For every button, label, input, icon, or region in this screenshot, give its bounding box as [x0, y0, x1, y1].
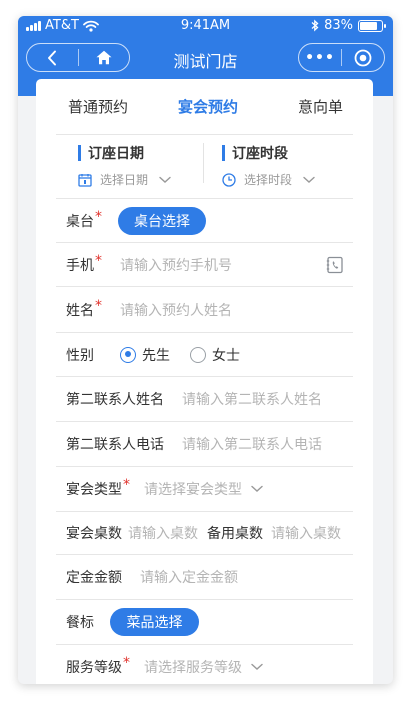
more-button[interactable]: •••: [299, 44, 341, 71]
phone-row: 手机 * 请输入预约手机号: [56, 243, 353, 287]
radio-unchecked-icon: [190, 346, 206, 363]
date-time-selector: 订座日期 选择日期 订座时段 选择时段: [56, 135, 353, 199]
tab-bar: 普通预约 宴会预约 意向单: [56, 79, 353, 135]
phone-input[interactable]: 请输入预约手机号: [120, 255, 232, 275]
second-contact-name-label: 第二联系人姓名: [66, 392, 164, 408]
spare-count-label: 备用桌数: [207, 526, 263, 542]
table-count-input[interactable]: 请输入桌数: [128, 523, 198, 543]
time-label: 订座时段: [232, 146, 288, 162]
time-placeholder: 选择时段: [244, 173, 293, 187]
service-level-label: 服务等级: [66, 660, 122, 676]
gender-option-ms-label: 女士: [212, 347, 240, 364]
close-miniprogram-button[interactable]: [342, 44, 384, 71]
required-mark: *: [123, 655, 130, 671]
contacts-book-icon[interactable]: [326, 256, 344, 274]
name-row: 姓名 * 请输入预约人姓名: [56, 287, 353, 333]
time-picker[interactable]: 订座时段 选择时段: [222, 143, 315, 188]
clock-icon: [222, 172, 236, 187]
bluetooth-icon: [311, 19, 319, 32]
date-picker[interactable]: 订座日期 选择日期: [78, 143, 171, 188]
banquet-type-row: 宴会类型 * 请选择宴会类型: [56, 467, 353, 512]
required-mark: *: [95, 252, 102, 269]
table-count-row: 宴会桌数 请输入桌数 备用桌数 请输入桌数: [56, 512, 353, 555]
table-row: 桌台 * 桌台选择: [56, 199, 353, 243]
phone-screen: AT&T 9:41AM 83% 测试门店 ••• 普通预约 宴会预约 意向单 订…: [18, 16, 393, 684]
table-label: 桌台: [66, 213, 94, 230]
divider: [203, 143, 204, 183]
gender-label: 性别: [66, 347, 94, 364]
battery-text: 83%: [324, 18, 353, 33]
banquet-type-select[interactable]: 请选择宴会类型: [144, 479, 263, 499]
service-level-placeholder: 请选择服务等级: [144, 660, 242, 676]
spare-count-input[interactable]: 请输入桌数: [271, 523, 341, 543]
target-icon: [354, 49, 372, 66]
chevron-down-icon: [159, 176, 171, 183]
gender-row: 性别 先生 女士: [56, 333, 353, 377]
chevron-down-icon: [251, 663, 263, 670]
battery-icon: [358, 19, 386, 32]
table-select-button[interactable]: 桌台选择: [118, 206, 206, 235]
gender-option-mr[interactable]: 先生: [120, 345, 170, 365]
required-mark: *: [95, 297, 102, 314]
tab-regular[interactable]: 普通预约: [68, 96, 128, 117]
second-contact-name-input[interactable]: 请输入第二联系人姓名: [182, 389, 322, 409]
date-label: 订座日期: [88, 146, 144, 162]
required-mark: *: [95, 208, 102, 225]
name-input[interactable]: 请输入预约人姓名: [120, 300, 232, 320]
menu-standard-row: 餐标 菜品选择: [56, 600, 353, 645]
tab-banquet[interactable]: 宴会预约: [178, 96, 238, 117]
second-contact-phone-label: 第二联系人电话: [66, 437, 164, 453]
menu-standard-label: 餐标: [66, 615, 94, 631]
deposit-input[interactable]: 请输入定金金额: [140, 567, 238, 587]
banquet-type-placeholder: 请选择宴会类型: [144, 482, 242, 498]
radio-checked-icon: [120, 346, 136, 363]
chevron-down-icon: [251, 485, 263, 492]
calendar-icon: [78, 173, 92, 187]
deposit-label: 定金金额: [66, 570, 122, 586]
name-label: 姓名: [66, 302, 94, 319]
banquet-type-label: 宴会类型: [66, 482, 122, 498]
more-icon: •••: [305, 49, 335, 66]
nav-bar: 测试门店 •••: [18, 40, 393, 76]
dish-select-button[interactable]: 菜品选择: [110, 608, 199, 636]
gender-option-ms[interactable]: 女士: [190, 345, 240, 365]
table-count-label: 宴会桌数: [66, 526, 122, 542]
second-contact-phone-row: 第二联系人电话 请输入第二联系人电话: [56, 422, 353, 467]
gender-option-mr-label: 先生: [142, 347, 170, 364]
nav-capsule-right: •••: [298, 43, 385, 72]
service-level-row: 服务等级 * 请选择服务等级: [56, 645, 353, 684]
deposit-row: 定金金额 请输入定金金额: [56, 555, 353, 600]
second-contact-name-row: 第二联系人姓名 请输入第二联系人姓名: [56, 377, 353, 422]
service-level-select[interactable]: 请选择服务等级: [144, 657, 263, 677]
required-mark: *: [123, 477, 130, 493]
date-placeholder: 选择日期: [100, 173, 149, 187]
chevron-down-icon: [303, 176, 315, 183]
status-bar: AT&T 9:41AM 83%: [18, 16, 393, 36]
tab-intent[interactable]: 意向单: [298, 96, 343, 117]
second-contact-phone-input[interactable]: 请输入第二联系人电话: [182, 434, 322, 454]
booking-card: 普通预约 宴会预约 意向单 订座日期 选择日期 订座时段 选择时段 桌台 * 桌…: [36, 79, 373, 684]
phone-label: 手机: [66, 257, 94, 274]
